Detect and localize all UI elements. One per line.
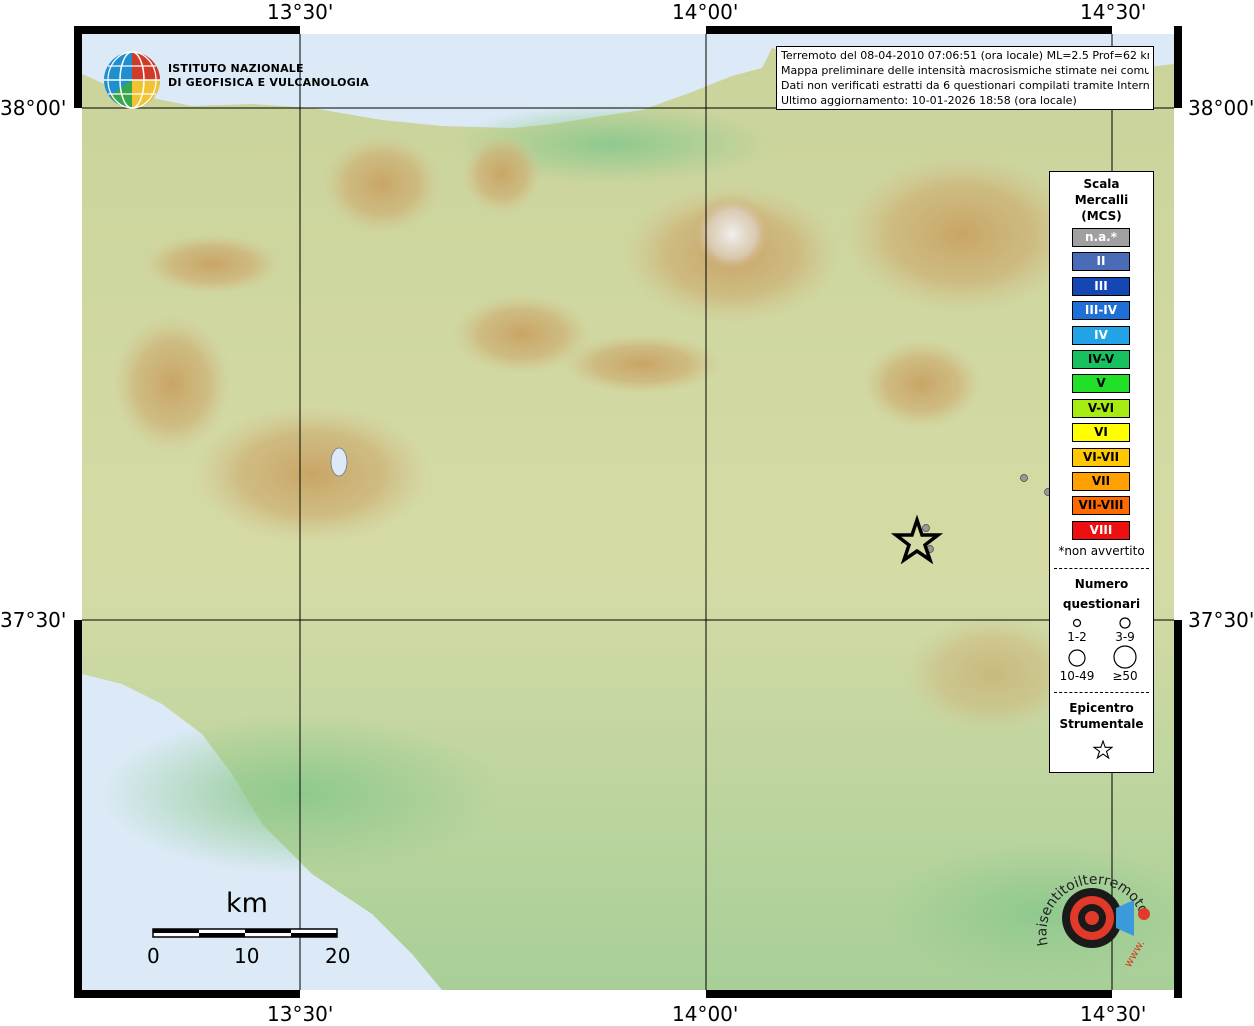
event-info-line: Terremoto del 08-04-2010 07:06:51 (ora l…	[781, 49, 1149, 62]
frame-segment	[1112, 26, 1174, 34]
lat-tick-label: 37°30'	[0, 608, 67, 632]
frame-segment	[300, 990, 706, 998]
badge-url: www.	[1121, 937, 1147, 969]
lon-tick-label: 14°30'	[1080, 1002, 1147, 1026]
not-felt-note: *non avvertito	[1058, 544, 1145, 558]
epicenter-title-line: Strumentale	[1059, 717, 1144, 731]
legend-title-line: Mercalli	[1074, 193, 1129, 207]
size-label: ≥50	[1112, 669, 1138, 683]
lon-tick-label: 13°30'	[267, 0, 334, 24]
intensity-swatch: V-VI	[1072, 398, 1130, 418]
terrain-map	[82, 34, 1174, 990]
frame-segment	[74, 108, 82, 620]
map-area[interactable]	[82, 34, 1174, 990]
legend-title: Scala Mercalli (MCS)	[1050, 176, 1153, 224]
lon-tick-label: 14°00'	[672, 0, 739, 24]
intensity-swatch: VI-VII	[1072, 447, 1130, 467]
questionnaires-title-line: questionari	[1062, 597, 1141, 611]
event-info-line: Mappa preliminare delle intensità macros…	[781, 64, 1149, 77]
intensity-swatch: II	[1072, 252, 1130, 272]
questionnaires-title-line: Numero	[1074, 577, 1129, 591]
intensity-swatch: IV	[1072, 325, 1130, 345]
lon-tick-label: 14°00'	[672, 1002, 739, 1026]
mcs-legend: Scala Mercalli (MCS) n.a.* II III III-IV IV I…	[1049, 171, 1154, 773]
legend-title-line: Scala	[1083, 177, 1120, 191]
epicenter-title: Epicentro Strumentale	[1050, 700, 1153, 732]
intensity-swatch: VI	[1072, 423, 1130, 443]
frame-segment	[1174, 108, 1182, 620]
intensity-swatch: V	[1072, 374, 1130, 394]
size-label: 1-2	[1067, 630, 1087, 644]
institute-name-line: ISTITUTO NAZIONALE	[168, 62, 304, 75]
event-info-line: Dati non verificati estratti da 6 questi…	[781, 79, 1149, 92]
size-label: 10-49	[1059, 669, 1095, 683]
legend-title-line: (MCS)	[1081, 209, 1122, 223]
lat-tick-label: 37°30'	[1188, 608, 1254, 632]
institute-name-line: DI GEOFISICA E VULCANOLOGIA	[168, 76, 369, 89]
scale-bar	[152, 928, 338, 938]
epicenter-title-line: Epicentro	[1069, 701, 1134, 715]
legend-separator	[1054, 568, 1149, 569]
lat-tick-label: 38°00'	[0, 96, 67, 120]
epicenter-star-icon	[1093, 740, 1113, 760]
scale-label: 0	[147, 944, 160, 968]
scale-label: 20	[325, 944, 351, 968]
hai-sentito-il-terremoto-logo-icon[interactable]: haisentitoilterremoto.it www.	[1030, 860, 1160, 980]
scale-label: 10	[234, 944, 260, 968]
ingv-globe-logo-icon	[104, 51, 160, 109]
lat-tick-label: 38°00'	[1188, 96, 1254, 120]
legend-separator	[1054, 692, 1149, 693]
institute-name: ISTITUTO NAZIONALE DI GEOFISICA E VULCAN…	[168, 62, 369, 90]
intensity-swatch: VIII	[1072, 520, 1130, 540]
intensity-swatch: III	[1072, 276, 1130, 296]
event-info-box: Terremoto del 08-04-2010 07:06:51 (ora l…	[776, 46, 1154, 110]
event-info-line: Ultimo aggiornamento: 10-01-2026 18:58 (…	[781, 94, 1077, 107]
intensity-swatch: IV-V	[1072, 350, 1130, 369]
size-label: 3-9	[1115, 630, 1135, 644]
scale-unit: km	[226, 888, 268, 919]
questionnaires-title: Numero questionari	[1050, 574, 1153, 614]
intensity-swatch: VII-VIII	[1072, 496, 1130, 516]
frame-segment	[1112, 990, 1174, 998]
frame-segment	[300, 26, 706, 34]
intensity-swatch: VII	[1072, 472, 1130, 491]
lon-tick-label: 14°30'	[1080, 0, 1147, 24]
intensity-swatch: n.a.*	[1072, 228, 1130, 247]
intensity-swatch: III-IV	[1072, 301, 1130, 321]
lon-tick-label: 13°30'	[267, 1002, 334, 1026]
locality-marker	[1020, 474, 1028, 482]
locality-marker	[922, 524, 930, 532]
